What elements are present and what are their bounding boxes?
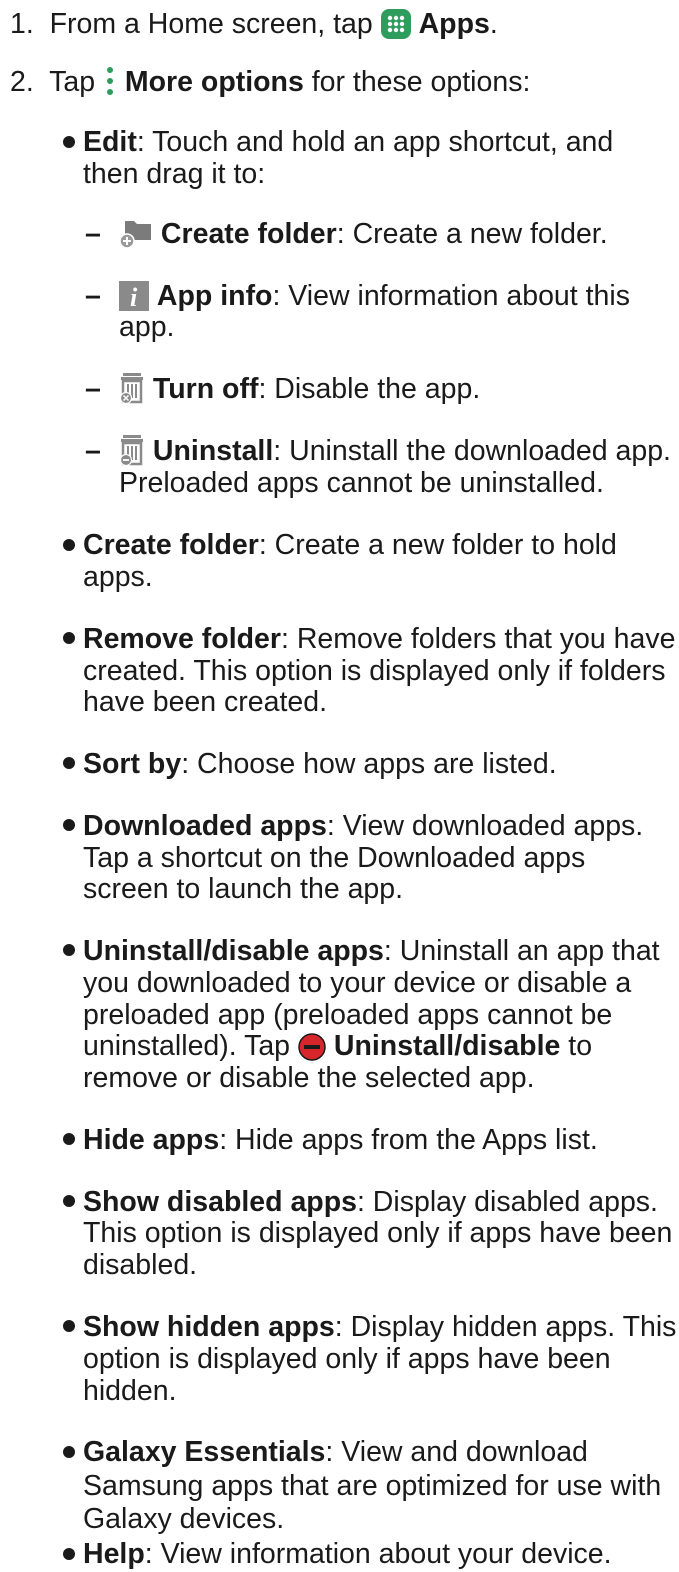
bullet <box>63 1446 75 1458</box>
bullet <box>63 539 75 551</box>
option-line: disabled. <box>83 1249 198 1281</box>
option-term: Help <box>83 1538 145 1570</box>
option-line: screen to launch the app. <box>83 873 404 905</box>
create-folder-icon <box>119 217 153 257</box>
option-term: Downloaded apps <box>83 810 327 842</box>
more-options-icon <box>103 65 117 105</box>
subitem-term: Create folder <box>160 218 337 250</box>
option-show-disabled-apps: Show disabled apps: Display disabled app… <box>83 1186 658 1218</box>
option-term: Show hidden apps <box>83 1311 335 1343</box>
step-1: 1. From a Home screen, tap Apps. <box>10 7 498 47</box>
step-2: 2. Tap More options for these options: <box>10 65 530 105</box>
option-uninstall-disable-apps: Uninstall/disable apps: Uninstall an app… <box>83 935 660 967</box>
step-number: 1. <box>10 8 34 40</box>
subitem-term: App info <box>156 280 273 312</box>
bullet <box>63 136 75 148</box>
option-create-folder: Create folder: Create a new folder to ho… <box>83 529 617 561</box>
bullet <box>63 944 75 956</box>
option-term: Galaxy Essentials <box>83 1436 326 1468</box>
bullet <box>63 757 75 769</box>
subitem-term: Turn off <box>152 373 259 405</box>
subitem-app-info: i App info: View information about this <box>119 279 630 319</box>
subitem-app-info-line2: app. <box>119 311 175 343</box>
option-sort-by: Sort by: Choose how apps are listed. <box>83 748 557 780</box>
dash: – <box>85 373 101 405</box>
bullet <box>63 1133 75 1145</box>
option-line: Samsung apps that are optimized for use … <box>83 1470 662 1502</box>
apps-grid-icon <box>380 9 411 47</box>
option-line: created. This option is displayed only i… <box>83 655 666 687</box>
apps-label: Apps <box>418 8 490 40</box>
option-term: Show disabled apps <box>83 1186 357 1218</box>
bullet <box>63 1195 75 1207</box>
option-term: Sort by <box>83 748 182 780</box>
svg-text:i: i <box>130 283 138 311</box>
subitem-term: Uninstall <box>152 435 274 467</box>
option-line: option is displayed only if apps have be… <box>83 1343 611 1375</box>
option-line: have been created. <box>83 686 328 718</box>
bullet <box>63 632 75 644</box>
subitem-create-folder: Create folder: Create a new folder. <box>119 217 608 257</box>
step-text: Tap <box>49 66 96 98</box>
option-galaxy-essentials: Galaxy Essentials: View and download <box>83 1436 588 1468</box>
option-edit: Edit: Touch and hold an app shortcut, an… <box>83 126 614 158</box>
turn-off-icon <box>119 372 145 412</box>
option-line: you downloaded to your device or disable… <box>83 967 632 999</box>
option-term: Create folder <box>83 529 259 561</box>
option-help: Help: View information about your device… <box>83 1538 612 1570</box>
option-line: Galaxy devices. <box>83 1503 285 1535</box>
option-term: Hide apps <box>83 1124 220 1156</box>
bullet <box>63 1320 75 1332</box>
option-show-hidden-apps: Show hidden apps: Display hidden apps. T… <box>83 1311 677 1343</box>
dash: – <box>85 435 101 467</box>
bullet <box>63 1548 75 1560</box>
option-term: Uninstall/disable apps <box>83 935 384 967</box>
option-term: Remove folder <box>83 623 281 655</box>
option-remove-folder: Remove folder: Remove folders that you h… <box>83 623 676 655</box>
option-term: Edit <box>83 126 137 158</box>
option-edit-line2: then drag it to: <box>83 158 266 190</box>
option-line: This option is displayed only if apps ha… <box>83 1217 673 1249</box>
step-text: From a Home screen, tap <box>49 8 373 40</box>
option-line: apps. <box>83 561 153 593</box>
option-line: remove or disable the selected app. <box>83 1062 535 1094</box>
subitem-uninstall-line2: Preloaded apps cannot be uninstalled. <box>119 467 604 499</box>
option-hide-apps: Hide apps: Hide apps from the Apps list. <box>83 1124 598 1156</box>
dash: – <box>85 280 101 312</box>
subitem-turn-off: Turn off: Disable the app. <box>119 372 480 412</box>
option-line: preloaded app (preloaded apps cannot be <box>83 999 613 1031</box>
more-options-label: More options <box>124 66 304 98</box>
bullet <box>63 819 75 831</box>
option-line: hidden. <box>83 1375 177 1407</box>
uninstall-disable-label: Uninstall/disable <box>333 1030 561 1062</box>
option-line: Tap a shortcut on the Downloaded apps <box>83 842 586 874</box>
option-downloaded-apps: Downloaded apps: View downloaded apps. <box>83 810 644 842</box>
dash: – <box>85 218 101 250</box>
step-number: 2. <box>10 66 34 98</box>
